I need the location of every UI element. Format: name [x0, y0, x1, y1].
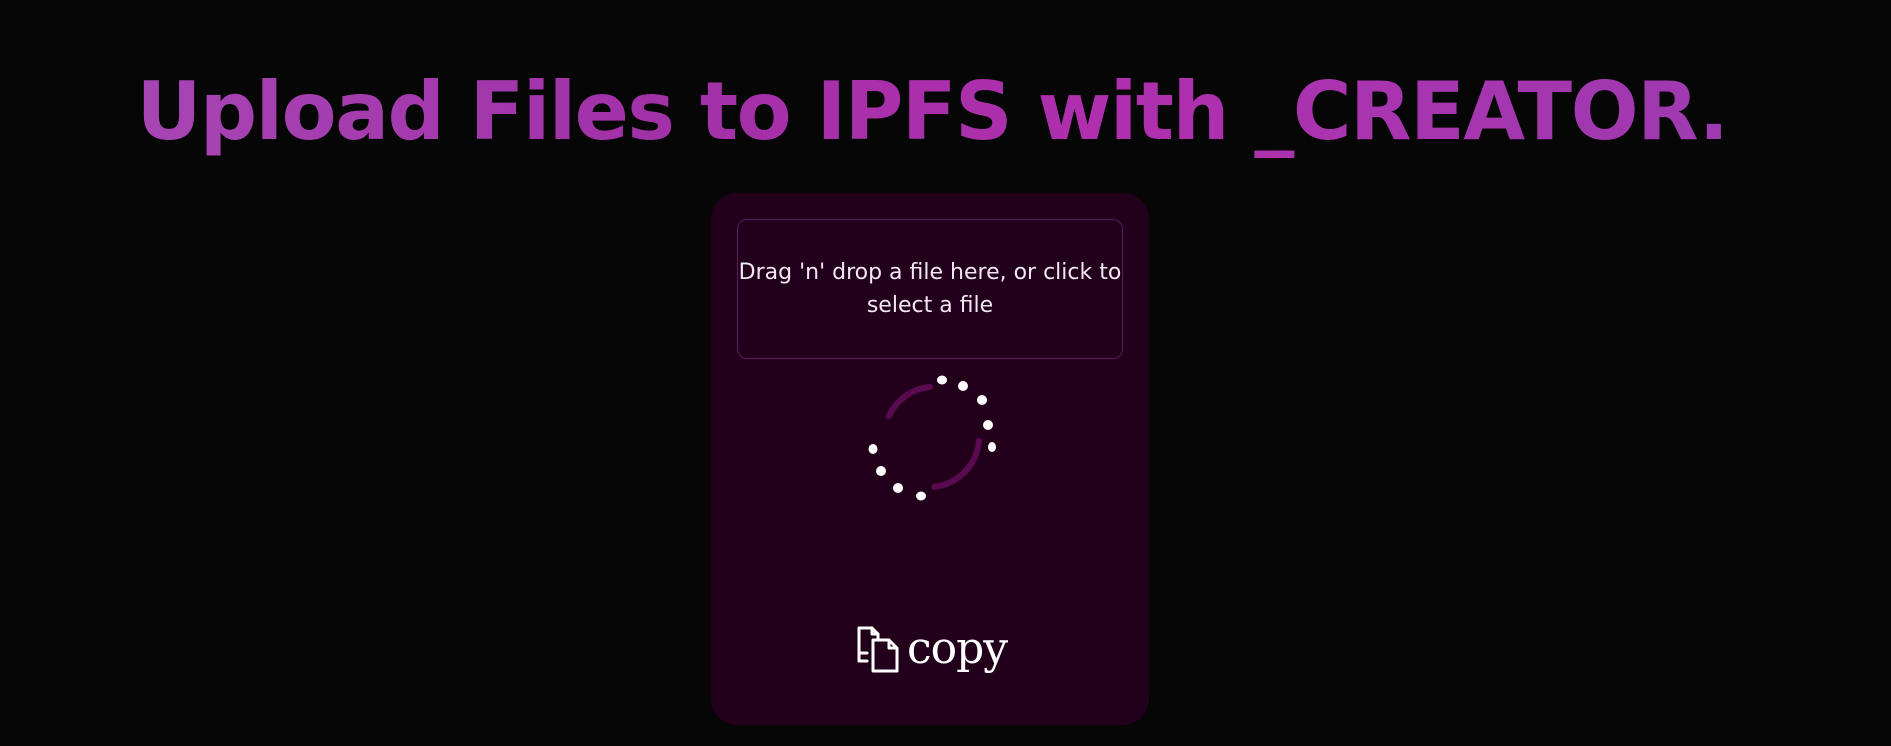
page: Upload Files to IPFS with _CREATOR. Drag… — [0, 0, 1891, 746]
spinner-dot — [893, 483, 903, 493]
spinner-dot — [916, 491, 926, 501]
loading-spinner — [868, 375, 996, 501]
upload-card: Drag 'n' drop a file here, or click to s… — [711, 193, 1149, 725]
spinner-dot — [868, 444, 878, 454]
copy-label: copy — [907, 623, 1008, 674]
dropzone-text: Drag 'n' drop a file here, or click to s… — [738, 260, 1122, 318]
spinner-dot — [876, 466, 886, 476]
copy-button[interactable]: copy — [855, 621, 1008, 677]
page-title: Upload Files to IPFS with _CREATOR. — [0, 60, 1864, 164]
spinner-dot — [937, 375, 947, 385]
spinner-dot — [983, 420, 993, 430]
copy-icon — [857, 626, 899, 673]
spinner-dot — [988, 442, 996, 452]
spinner-arc-left — [885, 384, 933, 420]
spinner-dot — [958, 381, 968, 391]
spinner-arc-right — [931, 438, 982, 490]
file-dropzone[interactable]: Drag 'n' drop a file here, or click to s… — [737, 219, 1123, 359]
spinner-dot — [977, 395, 987, 405]
